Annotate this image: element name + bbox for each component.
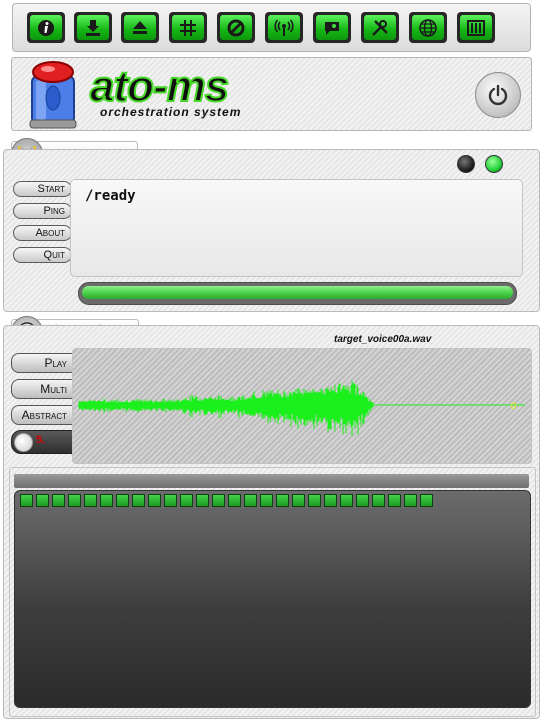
grid-area bbox=[14, 490, 531, 708]
eject-icon bbox=[133, 20, 147, 34]
eject-toolbar-button[interactable] bbox=[121, 12, 159, 43]
grid-cell[interactable] bbox=[20, 494, 33, 507]
info-icon bbox=[38, 19, 54, 36]
status-led-on bbox=[485, 155, 503, 173]
download-icon bbox=[86, 19, 100, 36]
toolbar-button-face bbox=[77, 15, 109, 40]
server-panel: Start Ping About Quit /ready bbox=[3, 149, 540, 312]
target-file-name: target_voice00a.wav bbox=[334, 334, 432, 345]
grid-cell[interactable] bbox=[292, 494, 305, 507]
waveform: 0 bbox=[78, 380, 525, 437]
grid-cell[interactable] bbox=[372, 494, 385, 507]
toolbar-button-face bbox=[316, 15, 348, 40]
grid-cell[interactable] bbox=[196, 494, 209, 507]
waveform-display: 0 bbox=[72, 348, 532, 464]
grid-cell[interactable] bbox=[84, 494, 97, 507]
console-text: /ready bbox=[85, 188, 136, 204]
grid-cell[interactable] bbox=[36, 494, 49, 507]
server-quit-button[interactable]: Quit bbox=[13, 247, 72, 263]
grid-cell[interactable] bbox=[308, 494, 321, 507]
app-subtitle: orchestration system bbox=[100, 105, 242, 119]
toolbar-button-face bbox=[412, 15, 444, 40]
target-multi-button[interactable]: Multi bbox=[11, 379, 74, 399]
server-about-button[interactable]: About bbox=[13, 225, 72, 241]
no-entry-icon bbox=[227, 19, 245, 36]
target-play-button[interactable]: Play bbox=[11, 353, 74, 373]
toolbar-button-face bbox=[220, 15, 252, 40]
grid-cell[interactable] bbox=[116, 494, 129, 507]
globe-icon bbox=[419, 18, 437, 37]
bars-toolbar-button[interactable] bbox=[457, 12, 495, 43]
target-radio-label: 5. bbox=[36, 434, 46, 446]
server-console: /ready bbox=[70, 179, 523, 277]
grid-hash-toolbar-button[interactable] bbox=[169, 12, 207, 43]
antenna-toolbar-button[interactable] bbox=[265, 12, 303, 43]
info-toolbar-button[interactable] bbox=[27, 12, 65, 43]
grid-cell[interactable] bbox=[132, 494, 145, 507]
target-panel: target_voice00a.wav Play Multi Abstract 5.… bbox=[3, 325, 540, 719]
grid-cell[interactable] bbox=[340, 494, 353, 507]
grid-cell[interactable] bbox=[52, 494, 65, 507]
grid-hash-icon bbox=[180, 19, 196, 36]
grid-cell[interactable] bbox=[228, 494, 241, 507]
tools-icon bbox=[372, 19, 388, 36]
antenna-icon bbox=[274, 18, 294, 36]
status-led-off bbox=[457, 155, 475, 173]
server-progress-bar bbox=[78, 282, 517, 305]
grid-frame bbox=[9, 467, 536, 717]
grid-cell[interactable] bbox=[404, 494, 417, 507]
grid-cell[interactable] bbox=[244, 494, 257, 507]
download-toolbar-button[interactable] bbox=[74, 12, 112, 43]
chat-icon bbox=[325, 21, 339, 35]
toolbar-button-face bbox=[124, 15, 156, 40]
grid-cell[interactable] bbox=[356, 494, 369, 507]
toolbar-button-face bbox=[268, 15, 300, 40]
grid-cell[interactable] bbox=[388, 494, 401, 507]
grid-cell[interactable] bbox=[260, 494, 273, 507]
server-progress-fill bbox=[82, 286, 513, 299]
bars-icon bbox=[467, 19, 485, 36]
target-radio-button[interactable] bbox=[14, 433, 33, 452]
app-header: ato-ms orchestration system bbox=[11, 57, 532, 131]
server-start-button[interactable]: Start bbox=[13, 181, 72, 197]
power-button[interactable] bbox=[475, 72, 521, 118]
toolbar bbox=[12, 3, 531, 52]
grid-cell[interactable] bbox=[164, 494, 177, 507]
toolbar-button-face bbox=[30, 15, 62, 40]
grid-cell[interactable] bbox=[68, 494, 81, 507]
globe-toolbar-button[interactable] bbox=[409, 12, 447, 43]
server-ping-button[interactable]: Ping bbox=[13, 203, 72, 219]
toolbar-button-face bbox=[364, 15, 396, 40]
logo-icon bbox=[24, 60, 82, 130]
grid-cell[interactable] bbox=[276, 494, 289, 507]
target-abstract-button[interactable]: Abstract bbox=[11, 405, 74, 425]
grid-cell[interactable] bbox=[148, 494, 161, 507]
grid-header-bar bbox=[14, 474, 529, 488]
chat-toolbar-button[interactable] bbox=[313, 12, 351, 43]
grid-cell[interactable] bbox=[420, 494, 433, 507]
tools-toolbar-button[interactable] bbox=[361, 12, 399, 43]
waveform-end-marker: 0 bbox=[511, 401, 516, 411]
power-icon bbox=[488, 84, 508, 106]
grid-cell[interactable] bbox=[180, 494, 193, 507]
no-entry-toolbar-button[interactable] bbox=[217, 12, 255, 43]
grid-cell[interactable] bbox=[212, 494, 225, 507]
grid-cell[interactable] bbox=[324, 494, 337, 507]
grid-cell[interactable] bbox=[100, 494, 113, 507]
toolbar-button-face bbox=[460, 15, 492, 40]
toolbar-button-face bbox=[172, 15, 204, 40]
target-radio-row[interactable]: 5. bbox=[11, 430, 76, 454]
